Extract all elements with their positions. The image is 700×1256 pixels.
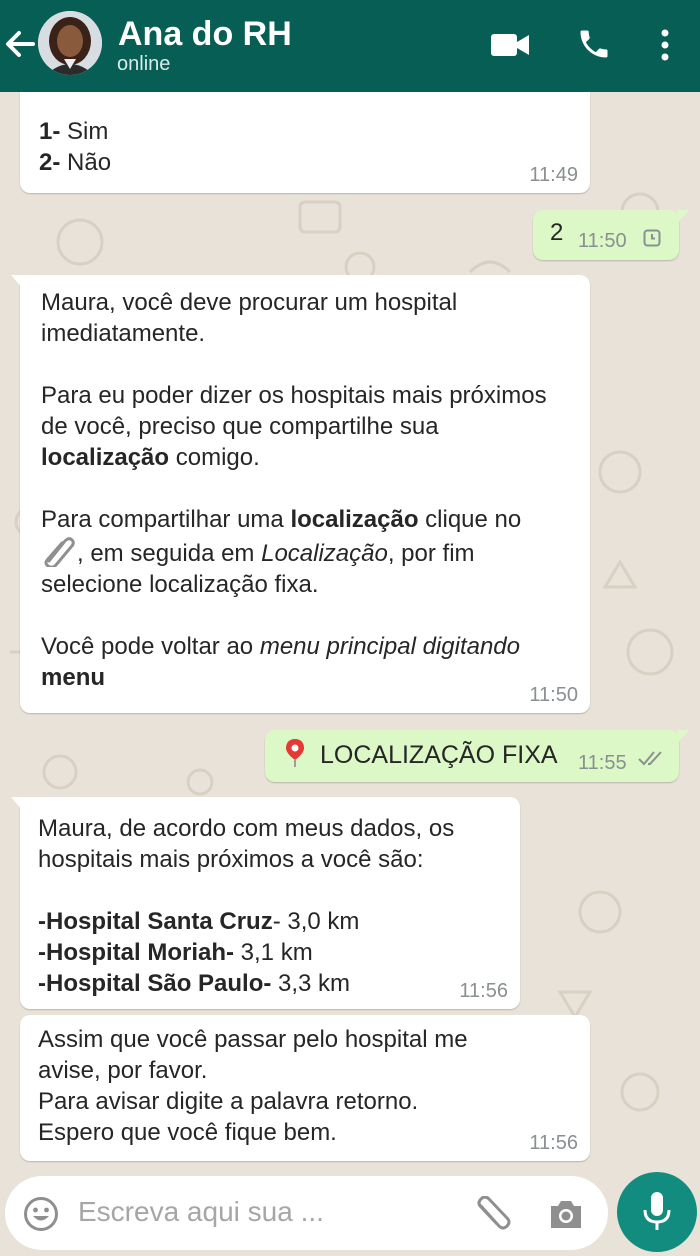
message-paragraph: Você pode voltar ao menu principal digit…	[41, 633, 520, 691]
message-time: 11:56	[459, 980, 508, 1002]
message-bubble-outgoing[interactable]: 2 11:50	[533, 210, 689, 260]
message-time: 11:49	[529, 164, 578, 186]
hospital-item: -Hospital Moriah- 3,1 km	[38, 939, 313, 966]
message-time: 11:55	[578, 752, 627, 774]
input-placeholder: Escreva aqui sua ...	[78, 1196, 324, 1227]
message-line: avise, por favor.	[38, 1057, 208, 1084]
message-line: Espero que você fique bem.	[38, 1119, 337, 1146]
chat-area[interactable]: 1- Sim 2- Não 11:49 2 11:50 Maura, você …	[0, 92, 700, 1170]
attach-icon[interactable]	[473, 1196, 513, 1232]
mic-button[interactable]	[617, 1172, 697, 1252]
message-line: Assim que você passar pelo hospital me	[38, 1026, 468, 1053]
bubble-tail	[677, 730, 689, 744]
message-text: 2	[550, 219, 564, 246]
back-arrow-icon[interactable]	[3, 24, 37, 64]
paperclip-icon	[44, 537, 75, 569]
message-line: Para avisar digite a palavra retorno.	[38, 1088, 419, 1115]
message-text: 2- Não	[39, 149, 112, 176]
phone-icon[interactable]	[576, 26, 612, 62]
more-vert-icon[interactable]	[658, 28, 672, 62]
message-bubble-incoming[interactable]: 1- Sim 2- Não 11:49	[20, 92, 590, 193]
hospital-item: -Hospital Santa Cruz- 3,0 km	[38, 908, 360, 935]
camera-icon[interactable]	[548, 1198, 584, 1230]
bubble-tail	[11, 797, 23, 811]
contact-name[interactable]: Ana do RH	[118, 14, 292, 54]
contact-status: online	[117, 53, 171, 75]
video-call-icon[interactable]	[490, 32, 530, 58]
message-bubble-incoming[interactable]: Assim que você passar pelo hospital me a…	[20, 1015, 590, 1161]
message-input[interactable]: Escreva aqui sua ...	[5, 1176, 608, 1250]
message-paragraph: Para eu poder dizer os hospitais mais pr…	[41, 382, 547, 471]
hospital-item: -Hospital São Paulo- 3,3 km	[38, 970, 351, 997]
message-bubble-incoming[interactable]: Maura, de acordo com meus dados, os hosp…	[11, 797, 520, 1009]
message-time: 11:50	[529, 684, 578, 706]
mic-icon	[643, 1192, 671, 1230]
message-text: LOCALIZAÇÃO FIXA	[320, 741, 558, 769]
message-body: Assim que você passar pelo hospital me a…	[38, 1024, 558, 1148]
message-time: 11:56	[529, 1132, 578, 1154]
message-text: 1- Sim	[39, 118, 109, 145]
chat-header: Ana do RH online	[0, 0, 700, 92]
message-paragraph: Para compartilhar uma localização clique…	[41, 506, 522, 598]
composer-bar: Escreva aqui sua ...	[0, 1170, 700, 1256]
avatar[interactable]	[38, 11, 102, 75]
message-body: Maura, de acordo com meus dados, os hosp…	[38, 813, 508, 999]
location-pin-icon	[286, 739, 304, 767]
avatar-image	[38, 11, 102, 75]
bubble-tail	[677, 210, 689, 224]
double-check-icon	[638, 751, 662, 766]
clock-pending-icon	[643, 229, 661, 247]
message-paragraph: Maura, de acordo com meus dados, os hosp…	[38, 815, 455, 873]
message-bubble-outgoing[interactable]: LOCALIZAÇÃO FIXA 11:55	[265, 730, 689, 782]
bubble-tail	[11, 275, 23, 289]
message-bubble-incoming[interactable]: Maura, você deve procurar um hospital im…	[11, 275, 590, 713]
message-time: 11:50	[578, 230, 627, 252]
message-paragraph: Maura, você deve procurar um hospital im…	[41, 289, 458, 347]
message-body: Maura, você deve procurar um hospital im…	[41, 287, 571, 693]
emoji-icon[interactable]	[23, 1196, 59, 1232]
